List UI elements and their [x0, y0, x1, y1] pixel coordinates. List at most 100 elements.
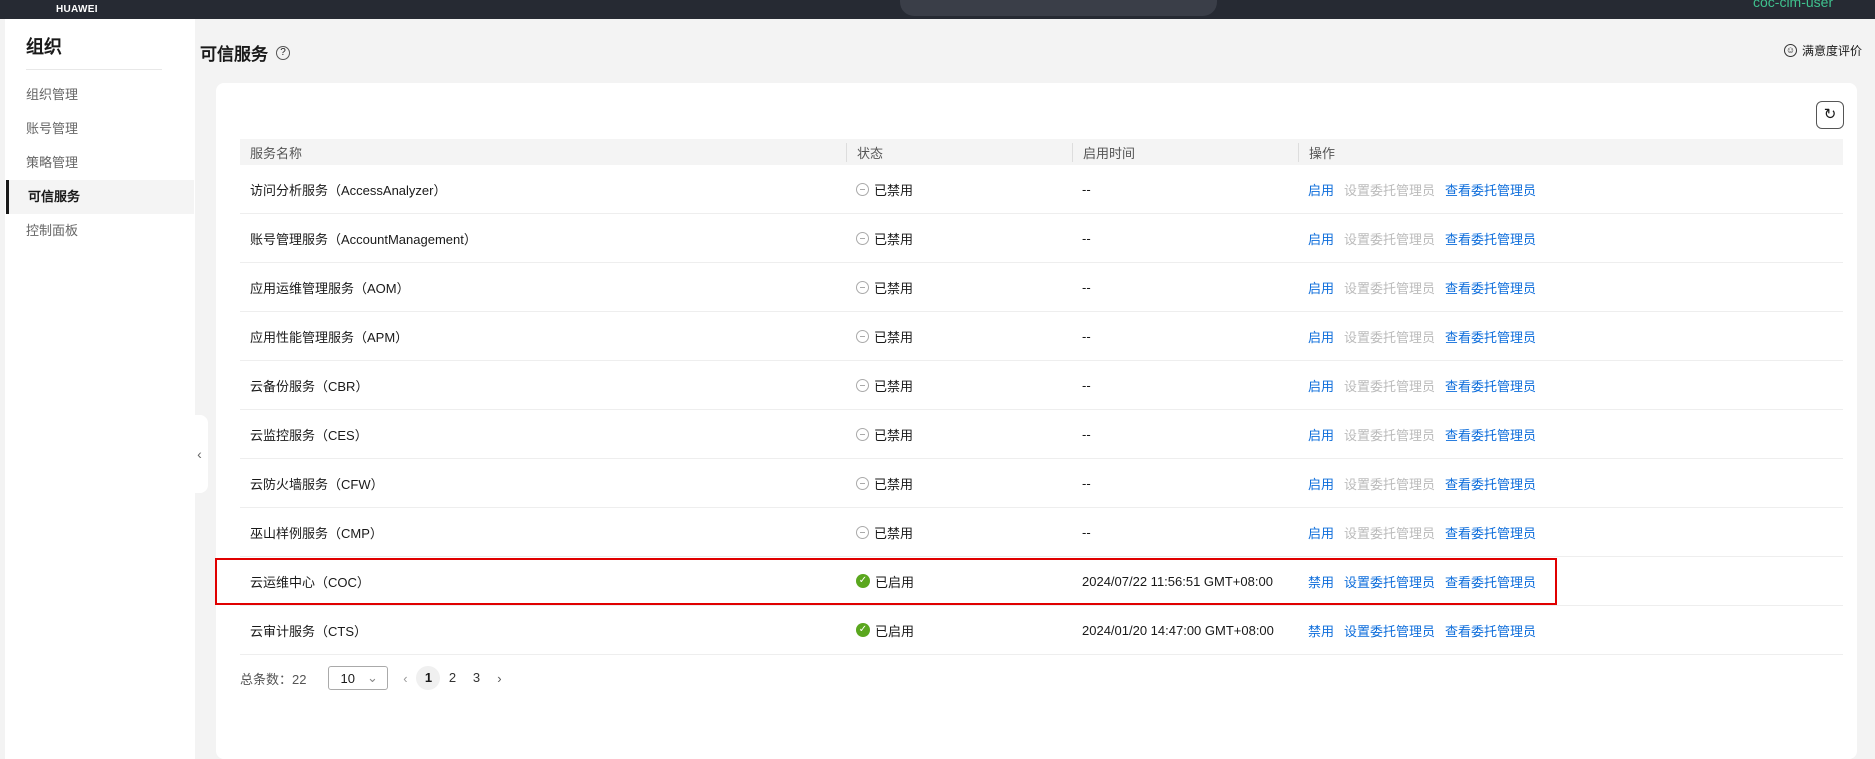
status-cell: 已禁用: [846, 278, 1072, 297]
page-button[interactable]: 2: [440, 666, 464, 690]
actions-cell: 启用 设置委托管理员 查看委托管理员: [1298, 474, 1843, 493]
enabled-time: --: [1082, 475, 1091, 491]
actions-cell: 启用 设置委托管理员 查看委托管理员: [1298, 523, 1843, 542]
sidebar-item[interactable]: 账号管理: [6, 112, 194, 146]
status-cell: 已禁用: [846, 425, 1072, 444]
refresh-button[interactable]: ↻: [1816, 101, 1844, 129]
enable-link[interactable]: 启用: [1308, 327, 1334, 346]
column-header-actions: 操作: [1298, 142, 1843, 162]
page-button[interactable]: 1: [416, 666, 441, 690]
view-delegated-admin-link[interactable]: 查看委托管理员: [1445, 327, 1536, 346]
enable-link[interactable]: 启用: [1308, 474, 1334, 493]
set-delegated-admin-link: 设置委托管理员: [1344, 182, 1436, 198]
minus-circle-icon: [856, 231, 869, 245]
view-delegated-admin-link[interactable]: 查看委托管理员: [1445, 278, 1536, 297]
view-delegated-admin-link[interactable]: 查看委托管理员: [1445, 425, 1536, 444]
column-header-name: 服务名称: [250, 145, 303, 161]
status-text: 已禁用: [874, 231, 914, 247]
enabled-time: 2024/01/20 14:47:00 GMT+08:00: [1082, 622, 1274, 638]
status-text: 已禁用: [874, 280, 914, 296]
sidebar-title: 组织: [26, 37, 62, 57]
table-row: 访问分析服务（AccessAnalyzer） 已禁用 -- 启用 设置委托管理员…: [240, 165, 1843, 214]
enable-link[interactable]: 启用: [1308, 180, 1334, 199]
enable-link[interactable]: 启用: [1308, 425, 1334, 444]
enabled-time: --: [1082, 377, 1091, 393]
service-name: 应用运维管理服务（AOM）: [250, 280, 410, 296]
minus-circle-icon: [856, 329, 869, 343]
minus-circle-icon: [856, 427, 869, 441]
enabled-time: --: [1082, 524, 1091, 540]
minus-circle-icon: [856, 525, 869, 539]
divider: [26, 69, 162, 70]
enabled-time: --: [1082, 279, 1091, 295]
set-delegated-admin-link: 设置委托管理员: [1344, 476, 1436, 492]
service-name: 应用性能管理服务（APM）: [250, 329, 409, 345]
total-count: 总条数：22: [240, 671, 307, 687]
satisfaction-rating-button[interactable]: ☺ 满意度评价: [1784, 42, 1862, 59]
satisfaction-label: 满意度评价: [1802, 44, 1863, 58]
sidebar-item[interactable]: 组织管理: [6, 78, 194, 112]
table-row: 巫山样例服务（CMP） 已禁用 -- 启用 设置委托管理员 查看委托管理员: [240, 508, 1843, 557]
sidebar-item[interactable]: 控制面板: [6, 214, 194, 248]
table-header: 服务名称 状态 启用时间 操作: [240, 139, 1843, 165]
enable-link[interactable]: 启用: [1308, 523, 1334, 542]
minus-circle-icon: [856, 280, 869, 294]
user-menu[interactable]: coc-cim-user: [1753, 0, 1833, 10]
status-text: 已禁用: [874, 476, 914, 492]
view-delegated-admin-link[interactable]: 查看委托管理员: [1445, 180, 1536, 199]
help-icon[interactable]: ?: [276, 45, 290, 60]
table-row: 云审计服务（CTS） ✓ 已启用 2024/01/20 14:47:00 GMT+…: [240, 606, 1843, 655]
minus-circle-icon: [856, 378, 869, 392]
set-delegated-admin-link: 设置委托管理员: [1344, 378, 1436, 394]
enabled-time: --: [1082, 230, 1091, 246]
sidebar-item[interactable]: 可信服务: [6, 180, 194, 214]
table-row: 云备份服务（CBR） 已禁用 -- 启用 设置委托管理员 查看委托管理员: [240, 361, 1843, 410]
view-delegated-admin-link[interactable]: 查看委托管理员: [1445, 621, 1536, 640]
actions-cell: 启用 设置委托管理员 查看委托管理员: [1298, 376, 1843, 395]
enable-link[interactable]: 启用: [1308, 278, 1334, 297]
page-size-value: 10: [340, 670, 355, 686]
status-cell: 已禁用: [846, 327, 1072, 346]
view-delegated-admin-link[interactable]: 查看委托管理员: [1445, 229, 1536, 248]
actions-cell: 启用 设置委托管理员 查看委托管理员: [1298, 180, 1843, 199]
check-circle-icon: ✓: [856, 623, 870, 637]
disable-link[interactable]: 禁用: [1308, 621, 1334, 640]
minus-circle-icon: [856, 476, 869, 490]
service-name: 云监控服务（CES）: [250, 427, 368, 443]
top-nav-bar: HUAWEI coc-cim-user: [0, 0, 1875, 19]
page-button[interactable]: 3: [464, 666, 488, 690]
view-delegated-admin-link[interactable]: 查看委托管理员: [1445, 474, 1536, 493]
search-input[interactable]: [900, 0, 1217, 16]
view-delegated-admin-link[interactable]: 查看委托管理员: [1445, 523, 1536, 542]
table-row: 应用性能管理服务（APM） 已禁用 -- 启用 设置委托管理员 查看委托管理员: [240, 312, 1843, 361]
enable-link[interactable]: 启用: [1308, 229, 1334, 248]
status-cell: 已禁用: [846, 474, 1072, 493]
sidebar: 组织 组织管理 账号管理 策略管理 可信服务 控制面板: [5, 19, 195, 759]
set-delegated-admin-link: 设置委托管理员: [1344, 427, 1436, 443]
view-delegated-admin-link[interactable]: 查看委托管理员: [1445, 376, 1536, 395]
enable-link[interactable]: 启用: [1308, 376, 1334, 395]
huawei-logo: HUAWEI: [56, 4, 98, 15]
status-cell: 已禁用: [846, 180, 1072, 199]
page-size-select[interactable]: 10 ⌄: [328, 666, 389, 690]
sidebar-item[interactable]: 策略管理: [6, 146, 194, 180]
table-row: 应用运维管理服务（AOM） 已禁用 -- 启用 设置委托管理员 查看委托管理员: [240, 263, 1843, 312]
next-page-button[interactable]: ›: [488, 671, 510, 686]
enabled-time: --: [1082, 426, 1091, 442]
smile-icon: ☺: [1784, 44, 1797, 57]
status-text: 已禁用: [874, 329, 914, 345]
service-name: 访问分析服务（AccessAnalyzer）: [250, 182, 447, 198]
set-delegated-admin-link[interactable]: 设置委托管理员: [1344, 621, 1435, 640]
service-name: 云防火墙服务（CFW）: [250, 476, 384, 492]
status-text: 已禁用: [874, 182, 914, 198]
column-header-status: 状态: [846, 142, 1072, 162]
pagination: 总条数：22 10 ⌄ ‹ 123 ›: [240, 666, 510, 690]
status-cell: 已禁用: [846, 376, 1072, 395]
refresh-icon: ↻: [1823, 106, 1837, 123]
service-name: 云备份服务（CBR）: [250, 378, 369, 394]
actions-cell: 启用 设置委托管理员 查看委托管理员: [1298, 229, 1843, 248]
collapse-sidebar-button[interactable]: ‹: [191, 415, 208, 493]
prev-page-button[interactable]: ‹: [394, 671, 416, 686]
actions-cell: 启用 设置委托管理员 查看委托管理员: [1298, 327, 1843, 346]
chevron-left-icon: ‹: [197, 446, 202, 462]
